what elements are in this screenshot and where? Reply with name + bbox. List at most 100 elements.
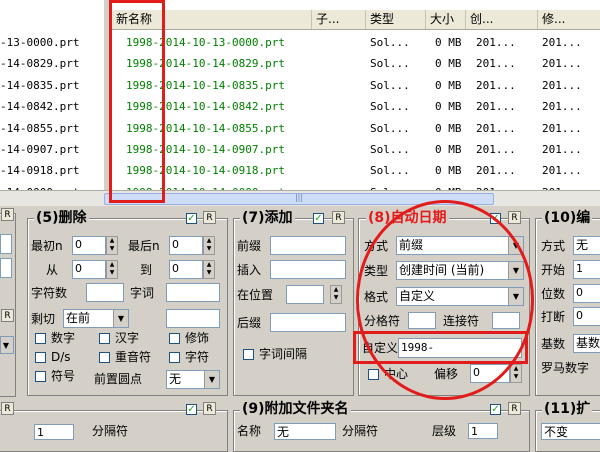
folder-level-input[interactable]: 1 (468, 423, 498, 439)
column-created[interactable]: 创... (466, 10, 538, 29)
reset-button[interactable]: R (508, 211, 521, 224)
panel-add-enable-checkbox[interactable]: ✓ (313, 213, 324, 224)
table-row[interactable]: 1998-2014-10-14-0855.prt Sol... 0 MB 201...… (112, 118, 600, 139)
folder-name-select[interactable]: 无 (274, 423, 336, 440)
symbols-label: 符号 (51, 369, 76, 383)
number-mode-select[interactable]: 无 (573, 236, 600, 255)
folder-name-select-value: 无 (277, 425, 290, 439)
insert-label: 插入 (237, 263, 262, 277)
table-row[interactable]: 1998-2014-10-14-0907.prt Sol... 0 MB 201...… (112, 139, 600, 160)
column-sub[interactable]: 子... (312, 10, 366, 29)
reset-button[interactable]: R (332, 211, 345, 224)
file-size: 0 MB (435, 121, 462, 135)
table-row[interactable]: 1998-2014-10-14-0918.prt Sol... 0 MB 201...… (112, 160, 600, 181)
table-row[interactable]: 1998-2014-10-13-0000.prt Sol... 0 MB 201...… (112, 32, 600, 53)
number-base-select[interactable]: 基数 (573, 334, 600, 353)
left-field-2[interactable] (0, 258, 12, 278)
column-modified[interactable]: 修... (538, 10, 600, 29)
to-label: 到 (140, 263, 153, 277)
word-input[interactable] (166, 283, 220, 302)
decorate-checkbox[interactable] (169, 333, 180, 344)
left-select[interactable]: ▼ (0, 336, 14, 354)
column-header: 新名称 子... 类型 大小 创... 修... (112, 10, 600, 30)
from-spinner[interactable]: ▲ ▼ (106, 260, 118, 279)
reset-button[interactable]: R (508, 402, 521, 415)
reset-button[interactable]: R (203, 402, 216, 415)
from-input[interactable]: 0 (72, 260, 106, 279)
chinese-label: 汉字 (115, 331, 140, 345)
list-item[interactable]: -14-0918.prt (0, 160, 104, 181)
to-input[interactable]: 0 (169, 260, 203, 279)
renamed-file-list[interactable]: 新名称 子... 类型 大小 创... 修... 1998-2014-10-13… (111, 0, 600, 190)
last-n-input[interactable]: 0 (169, 236, 203, 255)
left-field-1[interactable] (0, 234, 12, 254)
first-n-input[interactable]: 0 (72, 236, 106, 255)
file-created: 201... (476, 142, 516, 156)
trim-text-input[interactable] (166, 309, 220, 328)
prefix-label: 前缀 (237, 239, 262, 253)
table-row[interactable]: 1998-2014-10-14-0842.prt Sol... 0 MB 201...… (112, 96, 600, 117)
reset-button[interactable]: R (203, 211, 216, 224)
dot-select[interactable]: 无 ▼ (166, 370, 220, 389)
list-item[interactable]: -14-0835.prt (0, 75, 104, 96)
chars-checkbox[interactable] (169, 352, 180, 363)
ds-label: D/s (51, 350, 71, 364)
center-checkbox[interactable] (368, 369, 379, 380)
file-created: 201... (476, 78, 516, 92)
list-item[interactable]: -13-0000.prt (0, 32, 104, 53)
reset-button[interactable]: R (1, 309, 14, 322)
position-spinner[interactable]: ▲ ▼ (330, 285, 342, 304)
bottom-left-input[interactable]: 1 (34, 424, 74, 440)
number-start-input[interactable]: 1 (573, 260, 600, 279)
column-type[interactable]: 类型 (366, 10, 426, 29)
reset-button[interactable]: R (1, 208, 14, 221)
trim-select[interactable]: 在前 ▼ (63, 309, 129, 328)
prefix-input[interactable] (270, 236, 346, 255)
column-size[interactable]: 大小 (426, 10, 466, 29)
dup-chars-checkbox[interactable] (99, 352, 110, 363)
position-label: 在位置 (237, 288, 274, 302)
to-spinner[interactable]: ▲ ▼ (203, 260, 215, 279)
position-input[interactable] (286, 285, 324, 304)
list-item[interactable]: -14-0855.prt (0, 118, 104, 139)
file-type: Sol... (370, 164, 410, 178)
number-digits-input[interactable]: 0 (573, 284, 600, 303)
suffix-label: 后缀 (237, 316, 262, 330)
last-n-spinner[interactable]: ▲ ▼ (203, 236, 215, 255)
list-item[interactable]: -14-0829.prt (0, 53, 104, 74)
bottom-left-enable-checkbox[interactable]: ✓ (186, 404, 197, 415)
char-count-label: 字符数 (31, 286, 68, 300)
file-type: Sol... (370, 78, 410, 92)
first-n-spinner[interactable]: ▲ ▼ (106, 236, 118, 255)
file-created: 201... (476, 100, 516, 114)
offset-spinner[interactable]: ▲ ▼ (510, 364, 522, 383)
table-row[interactable]: 1998-2014-10-14-0829.prt Sol... 0 MB 201...… (112, 53, 600, 74)
file-created: 201... (476, 182, 536, 190)
suffix-input[interactable] (270, 313, 346, 332)
left-file-list[interactable]: -13-0000.prt -14-0829.prt -14-0835.prt -… (0, 0, 104, 190)
file-type: Sol... (370, 121, 410, 135)
chinese-checkbox[interactable] (99, 333, 110, 344)
ds-checkbox[interactable] (35, 352, 46, 363)
file-type: Sol... (370, 57, 410, 71)
panel-folder-title: (9)附加文件夹名 (240, 401, 351, 417)
list-item[interactable]: -14-0000.prt (0, 182, 104, 190)
panel-delete-enable-checkbox[interactable]: ✓ (186, 213, 197, 224)
list-item[interactable]: -14-0842.prt (0, 96, 104, 117)
horizontal-scrollbar[interactable]: ||| (0, 190, 600, 206)
char-count-input[interactable] (86, 283, 124, 302)
table-row[interactable]: 1998-2014-10-14-0000.prtSol...0 MB201...… (112, 182, 600, 190)
list-item[interactable]: -14-0907.prt (0, 139, 104, 160)
folder-level-label: 层级 (432, 424, 457, 438)
symbols-checkbox[interactable] (35, 371, 46, 382)
table-row[interactable]: 1998-2014-10-14-0835.prt Sol... 0 MB 201...… (112, 75, 600, 96)
word-space-checkbox[interactable] (243, 349, 254, 360)
insert-input[interactable] (270, 260, 346, 279)
number-break-label: 打断 (541, 310, 566, 324)
left-list-spacer (0, 0, 104, 32)
panel-folder-enable-checkbox[interactable]: ✓ (490, 404, 501, 415)
digits-checkbox[interactable] (35, 333, 46, 344)
number-break-input[interactable]: 0 (573, 307, 600, 326)
extension-select[interactable]: 不变 (541, 423, 600, 440)
reset-button[interactable]: R (1, 402, 14, 415)
